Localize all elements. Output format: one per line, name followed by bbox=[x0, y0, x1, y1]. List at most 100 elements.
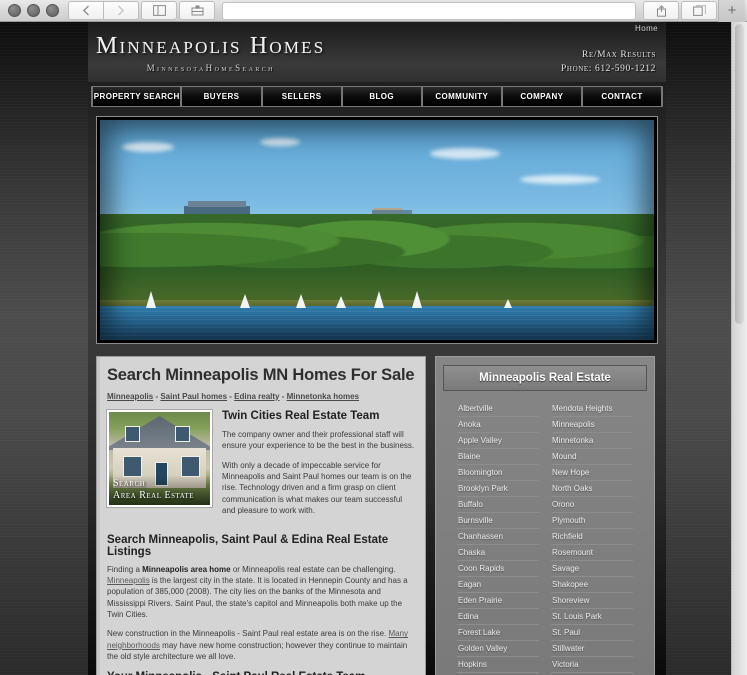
hero-vignette bbox=[100, 120, 654, 340]
thumbnail-caption: Search Area Real Estate bbox=[109, 475, 210, 505]
text-bold-minneapolis-area-home: Minneapolis area home bbox=[142, 564, 231, 574]
link-minneapolis[interactable]: Minneapolis bbox=[107, 576, 150, 585]
city-link[interactable]: Anoka bbox=[457, 417, 539, 433]
hero-banner bbox=[96, 116, 658, 344]
city-link[interactable]: Bloomington bbox=[457, 465, 539, 481]
nav-item-company[interactable]: COMPANY bbox=[502, 87, 581, 106]
house-roof bbox=[109, 416, 210, 450]
dormer-window bbox=[175, 426, 190, 442]
address-input[interactable] bbox=[222, 1, 636, 20]
intro-paragraph-2: With only a decade of impeccable service… bbox=[222, 460, 412, 516]
browser-toolbar: + bbox=[0, 0, 747, 22]
city-link[interactable]: Golden Valley bbox=[457, 641, 539, 657]
share-button[interactable] bbox=[643, 1, 679, 20]
maximize-window-button[interactable] bbox=[46, 4, 59, 17]
city-link[interactable]: Rosemount bbox=[551, 545, 633, 561]
brokerage-name: Re/Max Results bbox=[582, 50, 656, 60]
city-link[interactable]: Brooklyn Park bbox=[457, 481, 539, 497]
phone-number: Phone: 612-590-1212 bbox=[561, 64, 656, 75]
city-link[interactable]: Chaska bbox=[457, 545, 539, 561]
city-link[interactable]: Apple Valley bbox=[457, 433, 539, 449]
city-link[interactable]: Edina bbox=[457, 609, 539, 625]
city-column-left: Albertville Anoka Apple Valley Blaine Bloomi… bbox=[457, 401, 539, 675]
city-link[interactable]: Hopkins bbox=[457, 657, 539, 673]
city-link[interactable]: Minneapolis bbox=[551, 417, 633, 433]
reader-view-button[interactable] bbox=[179, 1, 215, 20]
city-link[interactable]: Blaine bbox=[457, 449, 539, 465]
city-link-columns: Albertville Anoka Apple Valley Blaine Bloomi… bbox=[443, 401, 647, 675]
hero-image bbox=[100, 120, 654, 340]
content-area: Search Minneapolis MN Homes For Sale Min… bbox=[96, 356, 658, 675]
city-link[interactable]: Orono bbox=[551, 497, 633, 513]
site-logo[interactable]: Minneapolis Homes MinnesotaHomeSearch bbox=[96, 34, 325, 73]
city-link[interactable]: Savage bbox=[551, 561, 633, 577]
text-fragment: or Minneapolis real estate can be challe… bbox=[230, 564, 396, 574]
minimize-window-button[interactable] bbox=[27, 4, 40, 17]
nav-item-sellers[interactable]: SELLERS bbox=[262, 87, 341, 106]
city-link[interactable]: Minnetonka bbox=[551, 433, 633, 449]
page-scrollbar[interactable] bbox=[731, 22, 747, 675]
city-link[interactable]: Mendota Heights bbox=[551, 401, 633, 417]
house-window bbox=[123, 456, 142, 477]
city-link[interactable]: Stillwater bbox=[551, 641, 633, 657]
nav-item-community[interactable]: COMMUNITY bbox=[422, 87, 501, 106]
logo-subtitle: MinnesotaHomeSearch bbox=[146, 63, 275, 73]
city-link[interactable]: Buffalo bbox=[457, 497, 539, 513]
close-window-button[interactable] bbox=[8, 4, 21, 17]
navigation-buttons bbox=[67, 1, 140, 20]
intro-text: Twin Cities Real Estate Team The company… bbox=[222, 410, 415, 525]
city-link[interactable]: Plymouth bbox=[551, 513, 633, 529]
forward-button[interactable] bbox=[103, 1, 139, 20]
city-link[interactable]: Richfield bbox=[551, 529, 633, 545]
breadcrumb-link-minnetonka[interactable]: Minnetonka homes bbox=[287, 392, 359, 401]
breadcrumb-link-saint-paul[interactable]: Saint Paul homes bbox=[160, 392, 227, 401]
city-link[interactable]: St. Paul bbox=[551, 625, 633, 641]
listings-paragraph-1: Finding a Minneapolis area home or Minne… bbox=[107, 564, 415, 621]
breadcrumb: Minneapolis - Saint Paul homes - Edina r… bbox=[107, 392, 415, 401]
listings-heading: Search Minneapolis, Saint Paul & Edina R… bbox=[107, 533, 389, 558]
show-tabs-button[interactable] bbox=[681, 1, 717, 20]
logo-title: Minneapolis Homes bbox=[96, 33, 326, 59]
city-link[interactable]: Eden Prairie bbox=[457, 593, 539, 609]
main-navigation: PROPERTY SEARCH BUYERS SELLERS BLOG COMM… bbox=[91, 86, 663, 107]
city-link[interactable]: Shoreview bbox=[551, 593, 633, 609]
city-link[interactable]: New Hope bbox=[551, 465, 633, 481]
text-fragment: Finding a bbox=[107, 564, 143, 574]
intro-block: Search Area Real Estate Twin Cities Real… bbox=[106, 409, 415, 525]
sidebar-toggle-button[interactable] bbox=[141, 1, 177, 20]
text-fragment: New construction in the Minneapolis - Sa… bbox=[107, 629, 389, 639]
city-link[interactable]: Coon Rapids bbox=[457, 561, 539, 577]
listings-paragraph-2: New construction in the Minneapolis - Sa… bbox=[107, 628, 415, 662]
window-controls[interactable] bbox=[2, 4, 67, 17]
breadcrumb-sep: - bbox=[279, 392, 287, 401]
back-button[interactable] bbox=[68, 1, 103, 20]
dormer-window bbox=[125, 426, 140, 442]
city-link[interactable]: Victoria bbox=[551, 657, 633, 673]
city-link[interactable]: Eagan bbox=[457, 577, 539, 593]
city-column-right: Mendota Heights Minneapolis Minnetonka Moun… bbox=[551, 401, 633, 675]
city-link[interactable]: Forest Lake bbox=[457, 625, 539, 641]
home-link[interactable]: Home bbox=[635, 24, 658, 33]
website-container: Home Minneapolis Homes MinnesotaHomeSear… bbox=[88, 22, 666, 675]
breadcrumb-link-edina[interactable]: Edina realty bbox=[234, 392, 279, 401]
scrollbar-thumb[interactable] bbox=[735, 24, 744, 324]
nav-item-contact[interactable]: CONTACT bbox=[582, 87, 662, 106]
city-link[interactable]: Burnsville bbox=[457, 513, 539, 529]
intro-paragraph-1: The company owner and their professional… bbox=[222, 430, 415, 451]
sidebar: Minneapolis Real Estate Albertville Anoka… bbox=[435, 356, 655, 675]
breadcrumb-link-minneapolis[interactable]: Minneapolis bbox=[107, 392, 153, 401]
city-link[interactable]: St. Louis Park bbox=[551, 609, 633, 625]
nav-item-blog[interactable]: BLOG bbox=[342, 87, 421, 106]
city-link[interactable]: Albertville bbox=[457, 401, 539, 417]
city-link[interactable]: Shakopee bbox=[551, 577, 633, 593]
new-tab-button[interactable]: + bbox=[718, 0, 745, 22]
city-link[interactable]: Mound bbox=[551, 449, 633, 465]
search-area-real-estate-thumbnail[interactable]: Search Area Real Estate bbox=[106, 409, 213, 508]
site-header: Home Minneapolis Homes MinnesotaHomeSear… bbox=[88, 22, 666, 82]
city-link[interactable]: Chanhassen bbox=[457, 529, 539, 545]
nav-item-property-search[interactable]: PROPERTY SEARCH bbox=[93, 87, 181, 106]
city-link[interactable]: North Oaks bbox=[551, 481, 633, 497]
nav-item-buyers[interactable]: BUYERS bbox=[182, 87, 261, 106]
team-heading: Your Minneapolis - Saint Paul Real Estat… bbox=[107, 671, 415, 675]
thumbnail-caption-line1: Search bbox=[113, 478, 146, 489]
